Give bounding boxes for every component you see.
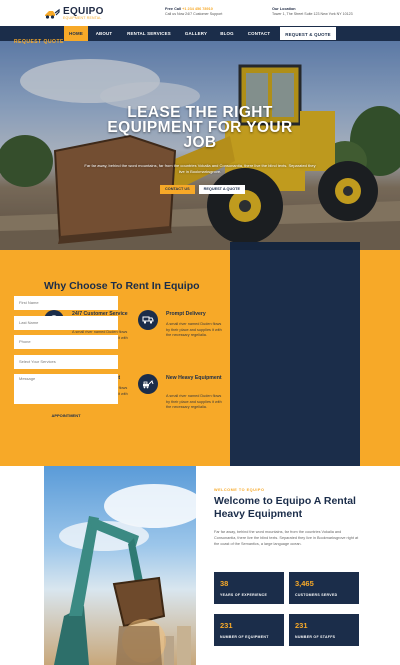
phone-label: Free Call — [165, 7, 182, 11]
last-name-field[interactable]: Last Name — [14, 316, 118, 330]
service-select[interactable]: Select Your Services — [14, 355, 118, 369]
brand-name: EQUIPO — [63, 6, 104, 17]
hero-title: LEASE THE RIGHT EQUIPMENT FOR YOUR JOB — [60, 104, 340, 151]
hero-buttons: CONTACT US REQUEST A QUOTE — [160, 185, 246, 194]
stat-years-experience: 38 YEARS OF EXPERIENCE — [214, 572, 284, 604]
message-field[interactable]: Message — [14, 374, 118, 404]
why-choose-title: Why Choose To Rent In Equipo — [44, 280, 200, 292]
feature-title: New Heavy Equipment — [166, 375, 222, 381]
phone-field[interactable]: Phone — [14, 335, 118, 349]
stat-value: 231 — [220, 621, 233, 630]
phone-contact[interactable]: Free Call +1 234 456 78910 Call us Now 2… — [165, 7, 222, 17]
logo[interactable]: EQUIPO EQUIPMENT RENTAL — [44, 7, 104, 20]
nav-gallery[interactable]: GALLERY — [180, 26, 212, 41]
top-bar: EQUIPO EQUIPMENT RENTAL Free Call +1 234… — [0, 0, 400, 26]
nav-blog[interactable]: BLOG — [214, 26, 240, 41]
phone-number[interactable]: +1 234 456 78910 — [182, 7, 213, 11]
stat-label: NUMBER OF EQUIPMENT — [220, 635, 269, 639]
nav-home[interactable]: HOME — [64, 26, 88, 41]
welcome-kicker: WELCOME TO EQUIPO — [214, 488, 265, 492]
stat-value: 38 — [220, 579, 229, 588]
first-name-field[interactable]: First Name — [14, 296, 118, 310]
stat-number-staffs: 231 NUMBER OF STAFFS — [289, 614, 359, 646]
quote-form-title: REQUEST QUOTE — [14, 39, 64, 45]
stat-number-equipment: 231 NUMBER OF EQUIPMENT — [214, 614, 284, 646]
nav-contact[interactable]: CONTACT — [242, 26, 276, 41]
nav-rental-services[interactable]: RENTAL SERVICES — [120, 26, 178, 41]
stat-label: CUSTOMERS SERVED — [295, 593, 338, 597]
location-contact: Our Location Tower 1, The Street Suite 1… — [272, 7, 353, 17]
hero-title-line-2: EQUIPMENT FOR YOUR — [107, 119, 293, 136]
hero-title-line-3: JOB — [183, 134, 217, 151]
feature-prompt-delivery: Prompt Delivery A small river named Dude… — [138, 310, 228, 366]
stat-label: YEARS OF EXPERIENCE — [220, 593, 268, 597]
phone-note: Call us Now 24/7 Customer Support — [165, 12, 223, 16]
feature-new-heavy-equipment: New Heavy Equipment A small river named … — [138, 374, 228, 430]
stat-value: 231 — [295, 621, 308, 630]
stat-customers-served: 3,465 CUSTOMERS SERVED — [289, 572, 359, 604]
request-quote-form — [230, 242, 360, 466]
location-address: Tower 1, The Street Suite 123 New York N… — [272, 12, 353, 16]
loader-logo-icon — [44, 8, 60, 19]
hero-title-line-1: LEASE THE RIGHT — [127, 104, 273, 121]
hero-section: LEASE THE RIGHT EQUIPMENT FOR YOUR JOB F… — [0, 41, 400, 250]
welcome-text: Far far away, behind the word mountains,… — [214, 530, 359, 546]
feature-text: A small river named Duden flows by their… — [166, 322, 222, 337]
welcome-title: Welcome to Equipo A Rental Heavy Equipme… — [214, 495, 356, 520]
request-a-quote-button[interactable]: REQUEST A QUOTE — [198, 185, 246, 194]
stat-label: NUMBER OF STAFFS — [295, 635, 336, 639]
brand-tagline: EQUIPMENT RENTAL — [63, 16, 102, 20]
truck-icon — [138, 310, 158, 330]
hero-description: Far far away, behind the word mountains,… — [84, 163, 316, 174]
excavator-icon — [138, 374, 158, 394]
nav-about[interactable]: ABOUT — [90, 26, 118, 41]
request-quote-button[interactable]: REQUEST & QUOTE — [279, 26, 337, 41]
contact-us-button[interactable]: CONTACT US — [160, 185, 195, 194]
appointment-button[interactable]: APPOINTMENT — [14, 409, 118, 423]
welcome-excavator-image — [44, 466, 196, 665]
feature-title: Prompt Delivery — [166, 311, 206, 317]
stat-value: 3,465 — [295, 579, 314, 588]
feature-text: A small river named Duden flows by their… — [166, 394, 222, 409]
